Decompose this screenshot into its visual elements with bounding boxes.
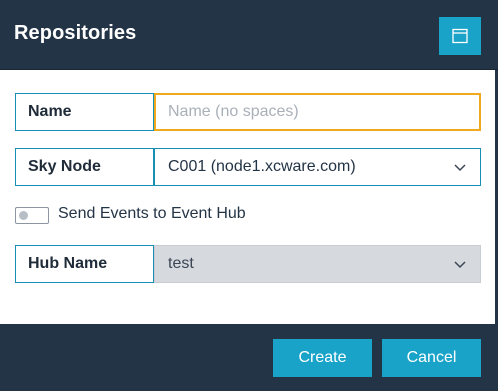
name-label: Name [15, 93, 154, 131]
name-input[interactable] [154, 93, 481, 131]
sky-node-select[interactable]: C001 (node1.xcware.com) [154, 148, 481, 186]
sky-node-label: Sky Node [15, 148, 154, 186]
dialog-footer: Create Cancel [0, 324, 498, 391]
send-events-label: Send Events to Event Hub [58, 205, 246, 222]
hub-name-select[interactable]: test [154, 245, 481, 283]
sky-node-value: C001 (node1.xcware.com) [168, 158, 356, 175]
name-row: Name [15, 93, 481, 131]
repositories-dialog: Repositories Name Sky Node C001 (node1.x… [0, 0, 498, 391]
toggle-knob [19, 211, 28, 220]
cancel-button[interactable]: Cancel [382, 339, 481, 377]
chevron-down-icon [454, 164, 466, 172]
hub-name-row: Hub Name test [15, 245, 481, 283]
window-maximize-icon [452, 28, 468, 44]
hub-name-value: test [168, 255, 194, 272]
sky-node-row: Sky Node C001 (node1.xcware.com) [15, 148, 481, 186]
dialog-title: Repositories [14, 22, 137, 44]
send-events-toggle[interactable] [15, 207, 49, 224]
chevron-down-icon [454, 261, 466, 269]
hub-name-label: Hub Name [15, 245, 154, 283]
create-button[interactable]: Create [273, 339, 372, 377]
dialog-header: Repositories [0, 0, 498, 70]
maximize-button[interactable] [439, 17, 481, 55]
